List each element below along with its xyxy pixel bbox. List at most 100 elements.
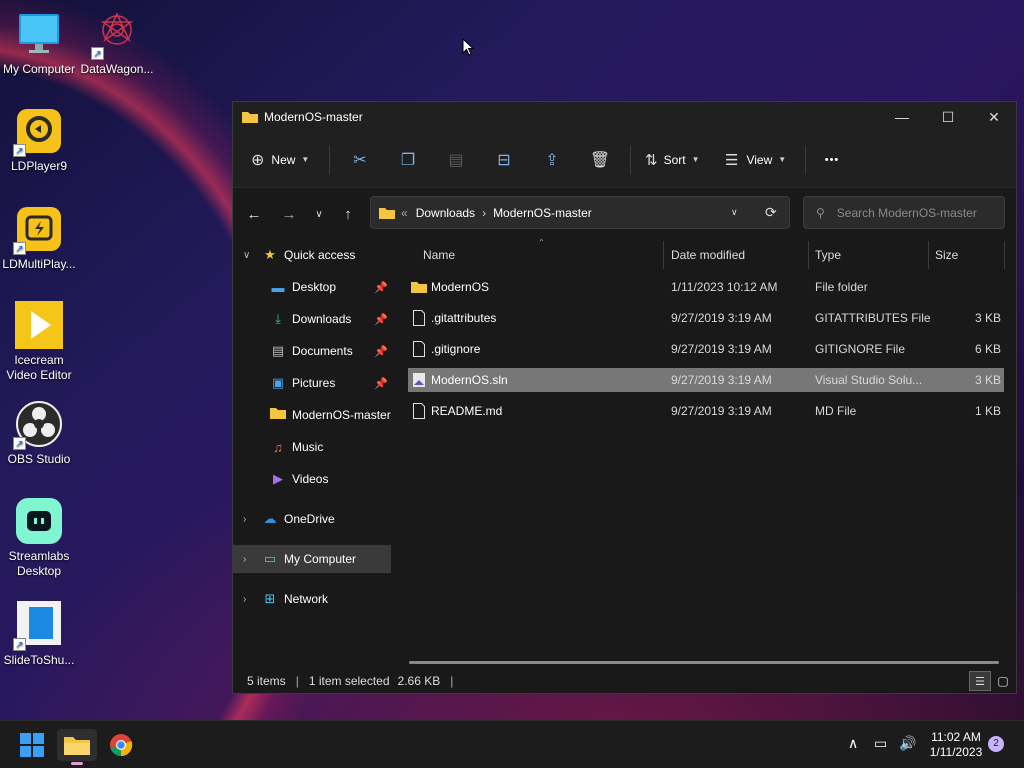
datawagon-icon: ↗ (91, 10, 141, 60)
cloud-icon: ☁ (263, 511, 277, 526)
rename-button[interactable]: ⊟ (480, 144, 528, 176)
search-box[interactable]: ⚲ Search ModernOS-master (803, 196, 1005, 229)
chevron-right-icon[interactable]: › (243, 554, 246, 565)
desktop-icon-slidetoshutdown[interactable]: ↗ SlideToShu... (0, 601, 78, 668)
file-name: ModernOS (431, 280, 490, 294)
network-status-icon[interactable]: ▭ (874, 735, 887, 752)
tiles-view-button[interactable]: ▢ (993, 671, 1013, 691)
desktop-icon-icecream[interactable]: Icecream Video Editor (0, 301, 78, 383)
column-divider[interactable] (663, 241, 664, 269)
chrome-taskbar-button[interactable] (101, 729, 141, 761)
chevron-right-icon[interactable]: › (243, 514, 246, 525)
nav-pictures[interactable]: ▣ Pictures 📌 (233, 369, 391, 397)
desktop-icon-label: My Computer (2, 62, 76, 76)
file-row-gitignore[interactable]: .gitignore 9/27/2019 3:19 AM GITIGNORE F… (408, 337, 1004, 361)
item-count: 5 items (247, 674, 286, 688)
desktop-icon-label: LDMultiPlay... (2, 257, 76, 271)
breadcrumb-current-folder[interactable]: ModernOS-master (493, 206, 592, 220)
chevron-down-icon[interactable]: ∨ (243, 250, 250, 261)
nav-label: Music (292, 440, 324, 454)
clock[interactable]: 11:02 AM 1/11/2023 (922, 730, 990, 760)
refresh-button[interactable]: ⟳ (765, 204, 777, 221)
view-button[interactable]: ☰ View ▼ (717, 144, 799, 176)
file-type: GITATTRIBUTES File (815, 311, 931, 325)
clock-date: 1/11/2023 (929, 745, 983, 759)
pin-icon: 📌 (374, 345, 388, 358)
details-view-button[interactable]: ☰ (969, 671, 991, 691)
status-separator: | (295, 674, 299, 688)
clock-time: 11:02 AM (931, 730, 981, 744)
column-divider[interactable] (1004, 241, 1005, 269)
taskbar: ∧ ▭ 🔊 11:02 AM 1/11/2023 2 (0, 720, 1024, 768)
address-dropdown-button[interactable]: ∨ (731, 207, 738, 218)
back-button[interactable]: ← (240, 200, 268, 228)
nav-quick-access[interactable]: ∨ ★ Quick access (233, 241, 391, 269)
notification-badge[interactable]: 2 (988, 736, 1004, 752)
more-options-button[interactable]: ••• (812, 144, 852, 176)
new-button[interactable]: ⊕ New ▼ (251, 144, 323, 176)
delete-button[interactable]: 🗑 (576, 144, 624, 176)
nav-network[interactable]: › ⊞ Network (233, 585, 391, 613)
toolbar-divider (805, 145, 806, 174)
horizontal-scrollbar[interactable] (409, 661, 999, 664)
close-button[interactable]: ✕ (971, 102, 1017, 132)
breadcrumb-downloads[interactable]: Downloads (416, 206, 475, 220)
start-button[interactable] (12, 729, 52, 761)
nav-modernos-master[interactable]: ModernOS-master (233, 401, 391, 429)
sort-indicator-icon: ⌃ (538, 238, 545, 247)
column-header-type[interactable]: Type (815, 241, 841, 269)
music-icon: ♫ (273, 439, 283, 455)
nav-desktop[interactable]: ▬ Desktop 📌 (233, 273, 391, 301)
sort-button[interactable]: ⇅ Sort ▼ (637, 144, 717, 176)
file-name: ModernOS.sln (431, 373, 508, 387)
picture-icon: ▣ (271, 375, 285, 390)
nav-videos[interactable]: ▶ Videos (233, 465, 391, 493)
paste-button[interactable]: ▤ (432, 144, 480, 176)
share-button[interactable]: ⇪ (528, 144, 576, 176)
column-header-name[interactable]: Name (423, 241, 455, 269)
plus-circle-icon: ⊕ (251, 151, 265, 169)
desktop-icon-datawagon[interactable]: ↗ DataWagon... (78, 10, 156, 77)
file-explorer-taskbar-button[interactable] (57, 729, 97, 765)
desktop-icon-obs[interactable]: ↗ OBS Studio (0, 400, 78, 467)
streamlabs-icon (15, 497, 63, 545)
address-bar[interactable]: « Downloads › ModernOS-master ∨ ⟳ (370, 196, 790, 229)
column-divider[interactable] (928, 241, 929, 269)
minimize-button[interactable]: — (879, 102, 925, 132)
show-hidden-icons-button[interactable]: ∧ (848, 735, 858, 752)
desktop-icon-ldplayer9[interactable]: ↗ LDPlayer9 (0, 107, 78, 174)
up-button[interactable]: ↑ (334, 200, 362, 228)
nav-documents[interactable]: ▤ Documents 📌 (233, 337, 391, 365)
nav-my-computer[interactable]: › ▭ My Computer (233, 545, 391, 573)
nav-downloads[interactable]: ⤓ Downloads 📌 (233, 305, 391, 333)
chevron-down-icon: ∨ (315, 208, 323, 220)
file-row-modernos[interactable]: ModernOS 1/11/2023 10:12 AM File folder (408, 275, 1004, 299)
volume-icon[interactable]: 🔊 (899, 735, 916, 752)
column-header-size[interactable]: Size (935, 241, 958, 269)
file-row-gitattributes[interactable]: .gitattributes 9/27/2019 3:19 AM GITATTR… (408, 306, 1004, 330)
column-header-date[interactable]: Date modified (671, 241, 745, 269)
title-bar[interactable]: ModernOS-master — ☐ ✕ (233, 102, 1016, 132)
chevron-right-icon[interactable]: › (243, 594, 246, 605)
breadcrumb-overflow-icon[interactable]: « (401, 206, 408, 220)
nav-onedrive[interactable]: › ☁ OneDrive (233, 505, 391, 533)
file-row-readme[interactable]: README.md 9/27/2019 3:19 AM MD File 1 KB (408, 399, 1004, 423)
recent-locations-button[interactable]: ∨ (305, 200, 333, 228)
chevron-down-icon: ▼ (691, 155, 700, 164)
column-divider[interactable] (808, 241, 809, 269)
file-size: 3 KB (974, 311, 1001, 325)
file-name: .gitattributes (431, 311, 497, 325)
copy-button[interactable]: ❐ (384, 144, 432, 176)
active-indicator (71, 762, 83, 765)
search-input[interactable]: Search ModernOS-master (837, 206, 977, 220)
desktop-icon-ldmultiplayer[interactable]: ↗ LDMultiPlay... (0, 205, 78, 272)
windows-logo-icon (20, 733, 44, 757)
desktop-icon-streamlabs[interactable]: Streamlabs Desktop (0, 497, 78, 579)
nav-music[interactable]: ♫ Music (233, 433, 391, 461)
forward-button[interactable]: → (275, 200, 303, 228)
maximize-button[interactable]: ☐ (925, 102, 971, 132)
cut-button[interactable]: ✂ (336, 144, 384, 176)
file-date: 9/27/2019 3:19 AM (671, 342, 772, 356)
desktop-icon-my-computer[interactable]: My Computer (0, 10, 78, 77)
file-row-modernos-sln[interactable]: ModernOS.sln 9/27/2019 3:19 AM Visual St… (408, 368, 1004, 392)
